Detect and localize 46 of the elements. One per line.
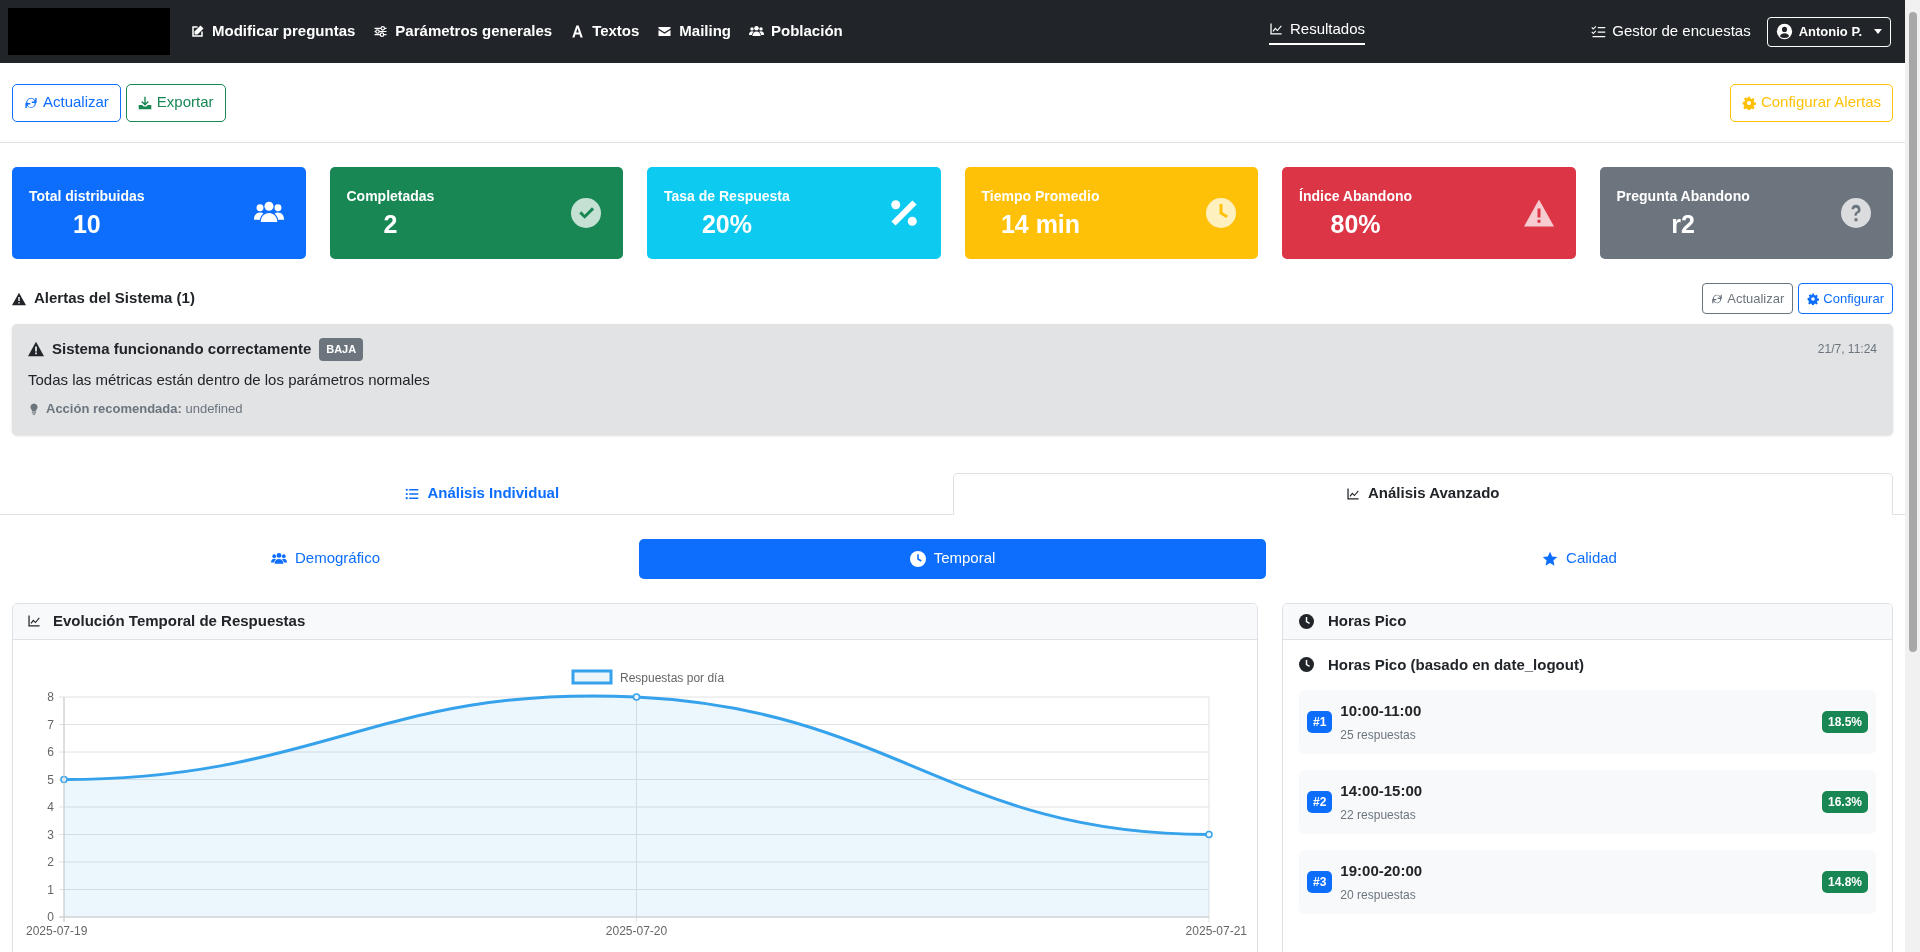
card-title: Horas Pico bbox=[1328, 610, 1407, 631]
section-title: Horas Pico (basado en date_logout) bbox=[1328, 654, 1584, 675]
stat-label: Tiempo Promedio bbox=[981, 186, 1100, 206]
stat-label: Pregunta Abandono bbox=[1616, 186, 1750, 206]
hour-range: 10:00-11:00 bbox=[1340, 701, 1423, 722]
y-tick-label: 8 bbox=[47, 689, 54, 704]
stat-value: 10 bbox=[72, 208, 101, 240]
y-tick-label: 1 bbox=[47, 882, 54, 896]
share-badge: 14.8% bbox=[1821, 871, 1868, 893]
hour-range: 19:00-20:00 bbox=[1340, 861, 1424, 882]
y-tick-label: 6 bbox=[47, 744, 54, 759]
y-tick-label: 2 bbox=[47, 854, 54, 869]
stat-label: Completadas bbox=[346, 186, 435, 206]
share-badge: 18.5% bbox=[1821, 711, 1868, 733]
y-tick-label: 5 bbox=[47, 772, 54, 786]
stat-label: Tasa de Respuesta bbox=[664, 186, 790, 206]
stat-value: 80% bbox=[1330, 208, 1381, 240]
recommended-action: Acción recomendada: undefined bbox=[46, 400, 243, 418]
x-tick-label: 2025-07-19 bbox=[26, 923, 88, 938]
stat-value: 2 bbox=[383, 208, 398, 240]
legend-label: Respuestas por día bbox=[620, 670, 725, 685]
y-tick-label: 7 bbox=[47, 717, 54, 731]
alert-title: Sistema funcionando correctamente bbox=[52, 339, 312, 359]
y-tick-label: 0 bbox=[47, 909, 54, 924]
response-count: 22 respuestas bbox=[1340, 806, 1417, 824]
stat-label: Total distribuidas bbox=[29, 186, 145, 206]
rank-badge: #2 bbox=[1307, 791, 1333, 813]
alert-message: Todas las métricas están dentro de los parámetros normales bbox=[28, 369, 431, 390]
stat-value: r2 bbox=[1671, 208, 1695, 240]
response-count: 25 respuestas bbox=[1340, 726, 1417, 744]
alert-time: 21/7, 11:24 bbox=[1817, 341, 1877, 359]
share-badge: 16.3% bbox=[1821, 791, 1868, 813]
rank-badge: #1 bbox=[1307, 711, 1333, 733]
x-tick-label: 2025-07-21 bbox=[1185, 923, 1247, 938]
response-count: 20 respuestas bbox=[1340, 886, 1417, 904]
y-tick-label: 4 bbox=[47, 799, 54, 814]
severity-badge: BAJA bbox=[319, 338, 364, 361]
rank-badge: #3 bbox=[1307, 871, 1333, 893]
stat-label: Índice Abandono bbox=[1299, 186, 1413, 206]
x-tick-label: 2025-07-20 bbox=[605, 923, 668, 938]
alerts-heading: Alertas del Sistema (1) bbox=[34, 288, 195, 309]
stat-value: 20% bbox=[701, 208, 752, 240]
hour-range: 14:00-15:00 bbox=[1340, 781, 1424, 802]
y-tick-label: 3 bbox=[47, 827, 54, 841]
card-title: Evolución Temporal de Respuestas bbox=[53, 610, 306, 631]
stat-value: 14 min bbox=[1000, 208, 1081, 240]
